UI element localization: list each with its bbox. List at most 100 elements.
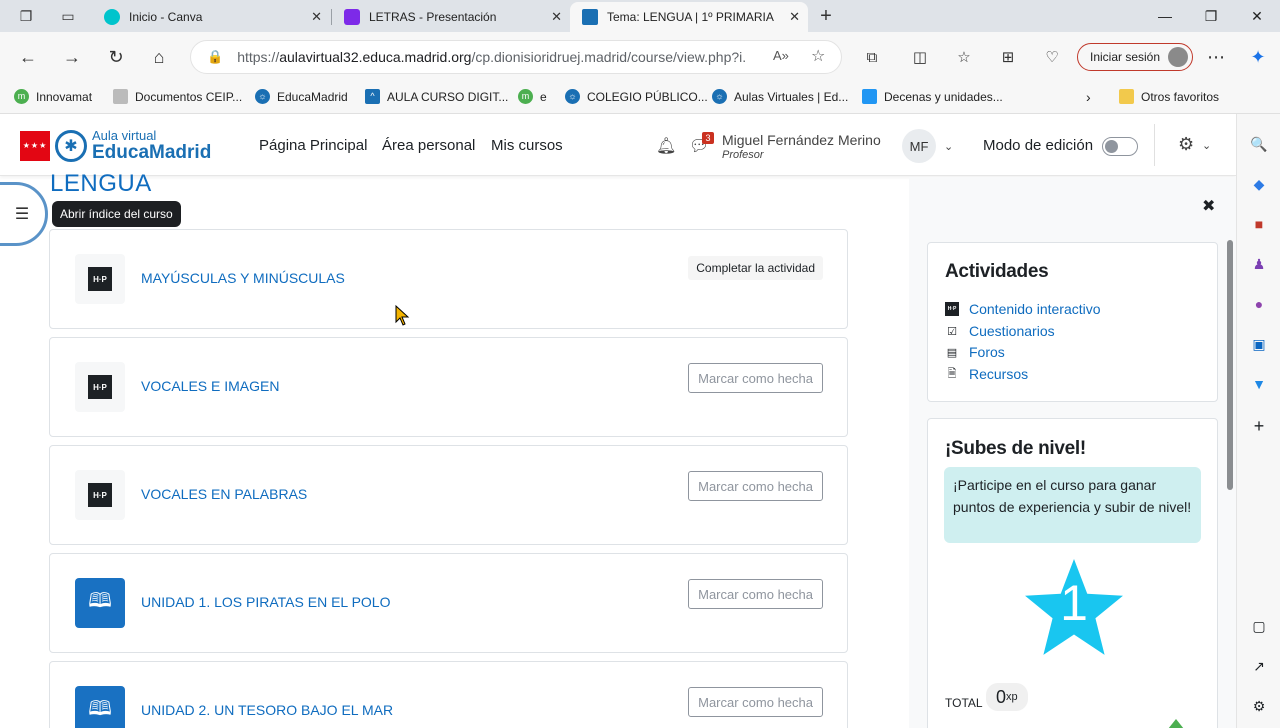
add-app-icon[interactable]: + [1249, 416, 1269, 436]
bookmark-item[interactable]: me [518, 89, 547, 104]
activity-type-link[interactable]: H·P Contenido interactivo [945, 301, 1101, 317]
settings-gear-icon[interactable]: ⚙ [1249, 696, 1269, 716]
mark-done-button[interactable]: Marcar como hecha [688, 471, 823, 501]
logo-brand[interactable]: EducaMadrid [92, 142, 211, 164]
new-tab-icon[interactable]: + [812, 0, 840, 32]
mark-done-button[interactable]: Marcar como hecha [688, 363, 823, 393]
tools-icon[interactable]: ■ [1249, 214, 1269, 234]
read-aloud-icon[interactable]: A» [773, 48, 789, 63]
tab-title: Inicio - Canva [129, 10, 203, 24]
activity-link[interactable]: VOCALES EN PALABRAS [141, 486, 307, 502]
level-info: ¡Participe en el curso para ganar puntos… [944, 467, 1201, 543]
progress-arrow-icon [1168, 719, 1184, 728]
tab-lengua[interactable]: Tema: LENGUA | 1º PRIMARIA ✕ [570, 2, 808, 32]
activities-block: Actividades H·P Contenido interactivo ☑ Cu… [927, 242, 1218, 402]
search-icon[interactable]: 🔍 [1249, 134, 1269, 154]
games-icon[interactable]: ♟ [1249, 254, 1269, 274]
tab-canva[interactable]: Inicio - Canva ✕ [92, 2, 330, 32]
canva-icon [104, 9, 120, 25]
user-role: Profesor [722, 149, 764, 161]
collections-icon[interactable]: ⊞ [992, 41, 1024, 73]
sidebar-panel-icon[interactable]: ▢ [1249, 616, 1269, 636]
workspaces-icon[interactable]: ❐ [12, 0, 40, 32]
bookmark-item[interactable]: m Innovamat [14, 89, 92, 104]
block-title: Actividades [945, 261, 1049, 282]
chevron-down-icon[interactable]: ⌄ [944, 140, 953, 153]
office-icon[interactable]: ● [1249, 294, 1269, 314]
restore-icon[interactable]: ❐ [1188, 0, 1234, 32]
message-count-badge: 3 [702, 132, 714, 144]
chevron-down-icon[interactable]: ⌄ [1202, 139, 1211, 152]
activity-link[interactable]: VOCALES E IMAGEN [141, 378, 279, 394]
split-screen-icon[interactable]: ◫ [904, 41, 936, 73]
drop-icon[interactable]: ▼ [1249, 374, 1269, 394]
sign-in-button[interactable]: Iniciar sesión [1077, 43, 1193, 71]
minimize-icon[interactable]: — [1142, 0, 1188, 32]
favorites-icon[interactable]: ☆ [948, 41, 980, 73]
shopping-icon[interactable]: ◆ [1249, 174, 1269, 194]
back-icon[interactable]: ← [12, 41, 44, 73]
activity-link[interactable]: UNIDAD 2. UN TESORO BAJO EL MAR [141, 702, 393, 718]
extensions-icon[interactable]: ⧉ [856, 41, 888, 73]
browser-tab-bar: ❐ ▭ Inicio - Canva ✕ LETRAS - Presentaci… [0, 0, 1280, 32]
other-favorites-folder[interactable]: Otros favoritos [1119, 89, 1219, 104]
madrid-flag-logo[interactable]: ★★★ [20, 131, 50, 161]
activity-link[interactable]: UNIDAD 1. LOS PIRATAS EN EL POLO [141, 594, 390, 610]
nav-my-courses[interactable]: Mis cursos [491, 137, 563, 154]
bell-icon[interactable]: 🔔︎ [656, 136, 676, 156]
book-icon: 🕮 [75, 578, 125, 628]
close-tab-icon[interactable]: ✕ [311, 9, 322, 25]
sign-in-label: Iniciar sesión [1090, 50, 1161, 64]
close-icon[interactable]: ✖ [1202, 196, 1215, 216]
tab-title: Tema: LENGUA | 1º PRIMARIA [607, 10, 774, 24]
reload-icon[interactable]: ↻ [100, 41, 132, 73]
bookmark-item[interactable]: ☼ Aulas Virtuales | Ed... [712, 89, 848, 104]
bookmark-item[interactable]: Decenas y unidades... [862, 89, 1003, 104]
close-window-icon[interactable]: ✕ [1234, 0, 1280, 32]
activity-type-link[interactable]: 🗎 Recursos [945, 366, 1029, 382]
more-bookmarks-chevron-icon[interactable]: › [1086, 89, 1091, 105]
total-label: TOTAL [945, 696, 983, 710]
mark-done-button[interactable]: Marcar como hecha [688, 687, 823, 717]
tab-letras[interactable]: LETRAS - Presentación ✕ [332, 2, 570, 32]
favorite-star-icon[interactable]: ☆ [811, 46, 825, 66]
edit-mode-toggle[interactable] [1102, 137, 1138, 156]
forward-icon[interactable]: → [56, 41, 88, 73]
activity-type-link[interactable]: ▤ Foros [945, 344, 1005, 360]
bookmark-item[interactable]: ^ AULA CURSO DIGIT... [365, 89, 508, 104]
lock-icon[interactable]: 🔒 [207, 49, 223, 65]
edge-sidebar: 🔍 ◆ ■ ♟ ● ▣ ▼ + ▢ ↗ ⚙ [1236, 114, 1280, 728]
copilot-icon[interactable]: ✦ [1242, 41, 1274, 73]
avatar[interactable]: MF [902, 129, 936, 163]
home-icon[interactable]: ⌂ [143, 41, 175, 73]
block-title: ¡Subes de nivel! [945, 438, 1086, 459]
activity-type-link[interactable]: ☑ Cuestionarios [945, 323, 1055, 339]
performance-icon[interactable]: ♡ [1036, 41, 1068, 73]
scrollbar[interactable] [1227, 240, 1233, 490]
address-bar[interactable]: 🔒 https://aulavirtual32.educa.madrid.org… [190, 40, 842, 74]
bookmark-item[interactable]: ☼ EducaMadrid [255, 89, 348, 104]
url-text[interactable]: https://aulavirtual32.educa.madrid.org/c… [237, 49, 747, 65]
more-menu-icon[interactable]: ⋯ [1200, 41, 1232, 73]
book-icon: 🕮 [75, 686, 125, 728]
activity-card: H·P VOCALES EN PALABRAS Marcar como hech… [49, 445, 848, 545]
user-name[interactable]: Miguel Fernández Merino [722, 132, 881, 148]
activity-link[interactable]: MAYÚSCULAS Y MINÚSCULAS [141, 270, 345, 286]
nav-home[interactable]: Página Principal [259, 137, 367, 154]
tab-actions-icon[interactable]: ▭ [54, 0, 82, 32]
edit-mode-label: Modo de edición [983, 137, 1094, 154]
nav-dashboard[interactable]: Área personal [382, 137, 475, 154]
settings-gear-icon[interactable]: ⚙ [1178, 134, 1194, 155]
activity-card: 🕮 UNIDAD 2. UN TESORO BAJO EL MAR Marcar… [49, 661, 848, 728]
bookmark-item[interactable]: Documentos CEIP... [113, 89, 242, 104]
bookmark-item[interactable]: ☼ COLEGIO PÚBLICO... [565, 89, 708, 104]
logo-text[interactable]: Aula virtual [92, 128, 156, 143]
open-external-icon[interactable]: ↗ [1249, 656, 1269, 676]
educamadrid-logo-icon[interactable]: ✱ [55, 130, 87, 162]
mark-done-button[interactable]: Marcar como hecha [688, 579, 823, 609]
outlook-icon[interactable]: ▣ [1249, 334, 1269, 354]
close-tab-icon[interactable]: ✕ [789, 9, 800, 25]
close-tab-icon[interactable]: ✕ [551, 9, 562, 25]
course-index-button[interactable]: ☰ [0, 182, 48, 246]
profile-icon [1168, 47, 1188, 67]
